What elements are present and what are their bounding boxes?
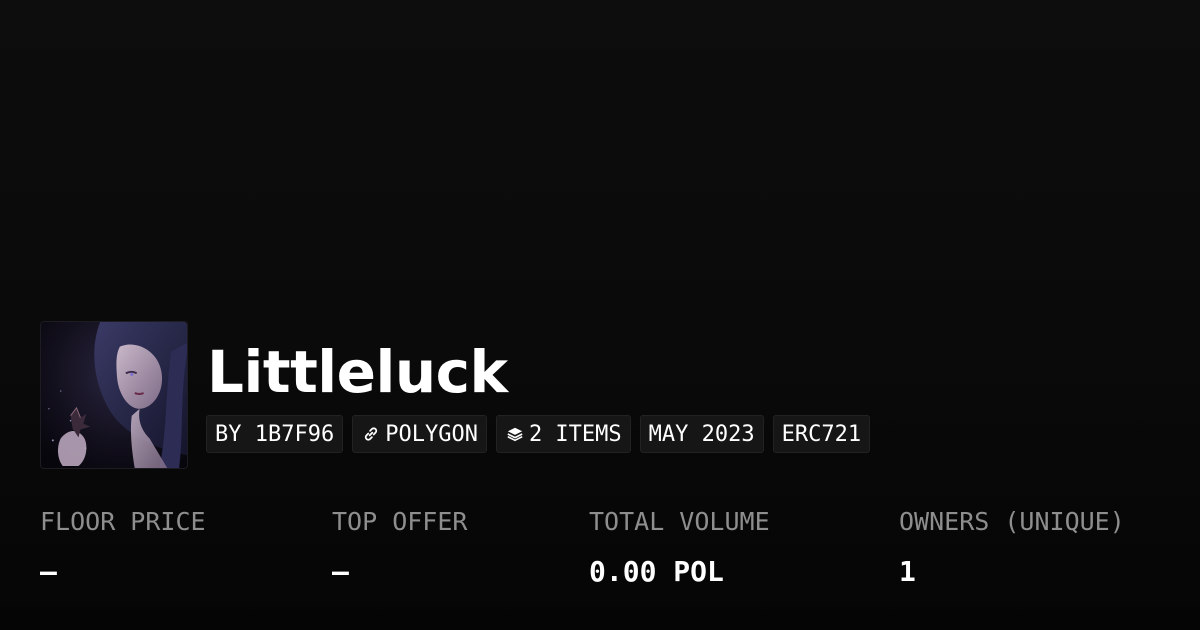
collection-meta-chips: BY 1B7F96 POLYGON 2 ITEMS MAY 2023 ERC72…: [206, 415, 871, 453]
date-chip: MAY 2023: [639, 415, 764, 453]
floor-price-label: FLOOR PRICE: [40, 507, 206, 536]
creator-label: BY 1B7F96: [215, 421, 335, 447]
standard-chip: ERC721: [772, 415, 871, 453]
creator-chip[interactable]: BY 1B7F96: [206, 415, 344, 453]
items-label: 2 ITEMS: [528, 421, 622, 447]
chain-chip[interactable]: POLYGON: [352, 415, 487, 453]
items-chip[interactable]: 2 ITEMS: [495, 415, 631, 453]
stat-floor-price: FLOOR PRICE –: [40, 505, 206, 589]
stat-owners: OWNERS (UNIQUE) 1: [899, 505, 1125, 589]
top-offer-value: –: [332, 555, 349, 588]
chain-label: POLYGON: [385, 421, 478, 447]
owners-value: 1: [899, 555, 916, 588]
stat-total-volume: TOTAL VOLUME 0.00 POL: [589, 505, 770, 589]
layers-icon: [505, 424, 525, 444]
collection-avatar-image: [41, 322, 187, 468]
total-volume-label: TOTAL VOLUME: [589, 507, 770, 536]
floor-price-value: –: [40, 555, 57, 588]
date-label: MAY 2023: [648, 421, 755, 447]
total-volume-value: 0.00 POL: [589, 555, 724, 588]
standard-label: ERC721: [781, 421, 862, 447]
stat-top-offer: TOP OFFER –: [332, 505, 467, 589]
owners-label: OWNERS (UNIQUE): [899, 507, 1125, 536]
collection-title: Littleluck: [207, 338, 508, 406]
link-icon: [361, 424, 381, 444]
collection-avatar: [40, 321, 188, 469]
top-offer-label: TOP OFFER: [332, 507, 468, 536]
